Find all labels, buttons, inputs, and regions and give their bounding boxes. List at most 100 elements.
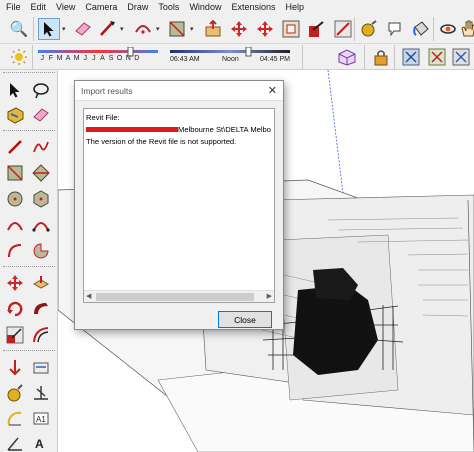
offset-icon[interactable] — [30, 324, 52, 346]
chevron-down-icon[interactable]: ▾ — [156, 25, 160, 33]
left-toolbar: A1 A — [0, 70, 58, 452]
zoom-icon[interactable]: 🔍 — [8, 18, 30, 40]
dialog-titlebar[interactable]: Import results — [75, 81, 283, 101]
push-pull-icon[interactable] — [30, 272, 52, 294]
dialog-title: Import results — [81, 85, 133, 96]
eraser-icon[interactable] — [72, 18, 94, 40]
three-point-arc-icon[interactable] — [4, 240, 26, 262]
scrollbar-thumb[interactable] — [96, 293, 254, 301]
dimension-icon[interactable] — [30, 356, 52, 378]
results-text-area[interactable]: Revit File: Melbourne St\DELTA Melbo The… — [83, 108, 275, 303]
close-button[interactable]: Close — [218, 311, 272, 328]
menu-extensions[interactable]: Extensions — [226, 0, 280, 14]
move-icon[interactable] — [4, 272, 26, 294]
arc-icon[interactable] — [132, 18, 154, 40]
menu-edit[interactable]: Edit — [26, 0, 52, 14]
rotate-icon[interactable] — [254, 18, 276, 40]
month-ticks: J F M A M J J A S O N D — [38, 55, 141, 62]
sketchup-window: File Edit View Camera Draw Tools Window … — [0, 0, 474, 452]
menu-help[interactable]: Help — [280, 0, 309, 14]
month-label: J — [92, 55, 96, 62]
svg-text:A1: A1 — [36, 415, 46, 424]
month-label: S — [108, 55, 114, 62]
redaction-mark — [86, 126, 178, 132]
month-label: F — [48, 55, 54, 62]
pan-icon[interactable] — [457, 18, 474, 40]
polygon-icon[interactable] — [30, 188, 52, 210]
scroll-right-icon[interactable]: ▶ — [267, 292, 272, 302]
rectangle-icon[interactable] — [4, 162, 26, 184]
freehand-icon[interactable] — [30, 136, 52, 158]
month-label: M — [73, 55, 80, 62]
chevron-down-icon[interactable]: ▾ — [62, 25, 66, 33]
component-icon[interactable] — [336, 46, 358, 68]
rotated-rectangle-icon[interactable] — [30, 162, 52, 184]
lasso-icon[interactable] — [30, 79, 52, 101]
three-d-text-icon[interactable]: A — [30, 432, 52, 452]
pie-icon[interactable] — [30, 240, 52, 262]
tape-icon[interactable] — [358, 18, 380, 40]
push-pull-icon[interactable] — [202, 18, 224, 40]
menu-tools[interactable]: Tools — [153, 0, 184, 14]
month-label: O — [116, 55, 123, 62]
share-model-icon[interactable] — [450, 46, 472, 68]
text-icon[interactable] — [384, 18, 406, 40]
menu-camera[interactable]: Camera — [80, 0, 122, 14]
text-icon[interactable]: A1 — [30, 408, 52, 430]
month-label: N — [125, 55, 131, 62]
chevron-down-icon[interactable]: ▾ — [190, 25, 194, 33]
time-noon-label: Noon — [222, 56, 239, 63]
paint-icon[interactable] — [410, 18, 432, 40]
warehouse-icon[interactable] — [400, 46, 422, 68]
circle-icon[interactable] — [4, 188, 26, 210]
axes-icon[interactable] — [4, 408, 26, 430]
month-label: M — [56, 55, 63, 62]
extension-warehouse-icon[interactable] — [426, 46, 448, 68]
line-icon[interactable] — [4, 136, 26, 158]
menu-draw[interactable]: Draw — [122, 0, 153, 14]
month-label: D — [134, 55, 140, 62]
tape-measure-icon[interactable] — [4, 356, 26, 378]
move-icon[interactable] — [228, 18, 250, 40]
select-icon[interactable] — [4, 79, 26, 101]
follow-me-icon[interactable] — [30, 298, 52, 320]
protractor-icon[interactable] — [30, 382, 52, 404]
section-plane-icon[interactable] — [4, 432, 26, 452]
select-icon[interactable] — [38, 18, 60, 40]
make-component-icon[interactable] — [4, 104, 26, 126]
shadows-toolbar: J F M A M J J A S O N D 06:43 AM Noon 04… — [0, 44, 474, 70]
scroll-left-icon[interactable]: ◀ — [86, 292, 91, 302]
orbit-icon[interactable] — [437, 18, 459, 40]
menu-bar: File Edit View Camera Draw Tools Window … — [0, 0, 474, 14]
lock-icon[interactable] — [370, 46, 392, 68]
import-results-dialog: Import results ✕ Revit File: Melbourne S… — [74, 80, 284, 330]
results-text: Revit File: Melbourne St\DELTA Melbo The… — [84, 109, 274, 151]
line-icon[interactable] — [96, 18, 118, 40]
tape-icon[interactable] — [4, 382, 26, 404]
follow-me-icon[interactable] — [306, 18, 328, 40]
menu-file[interactable]: File — [0, 0, 26, 14]
month-label: A — [100, 55, 105, 62]
rotate-icon[interactable] — [4, 298, 26, 320]
month-label: J — [83, 55, 88, 62]
offset-icon[interactable] — [280, 18, 302, 40]
error-message: The version of the Revit file is not sup… — [86, 137, 237, 146]
close-icon[interactable]: ✕ — [268, 84, 277, 98]
menu-window[interactable]: Window — [184, 0, 226, 14]
time-start-label: 06:43 AM — [170, 56, 200, 63]
shadows-toggle-icon[interactable] — [8, 46, 30, 68]
horizontal-scrollbar[interactable]: ◀ ▶ — [84, 290, 274, 302]
two-point-arc-icon[interactable] — [30, 214, 52, 236]
scale-icon[interactable] — [4, 324, 26, 346]
month-label: J — [40, 55, 45, 62]
chevron-down-icon[interactable]: ▾ — [120, 25, 124, 33]
scale-icon[interactable] — [332, 18, 354, 40]
revit-file-label: Revit File: — [86, 113, 120, 122]
menu-view[interactable]: View — [51, 0, 80, 14]
eraser-icon[interactable] — [30, 104, 52, 126]
svg-text:A: A — [35, 437, 44, 451]
arc-icon[interactable] — [4, 214, 26, 236]
revit-file-path: Melbourne St\DELTA Melbo — [178, 125, 271, 134]
time-end-label: 04:45 PM — [260, 56, 290, 63]
shape-icon[interactable] — [166, 18, 188, 40]
